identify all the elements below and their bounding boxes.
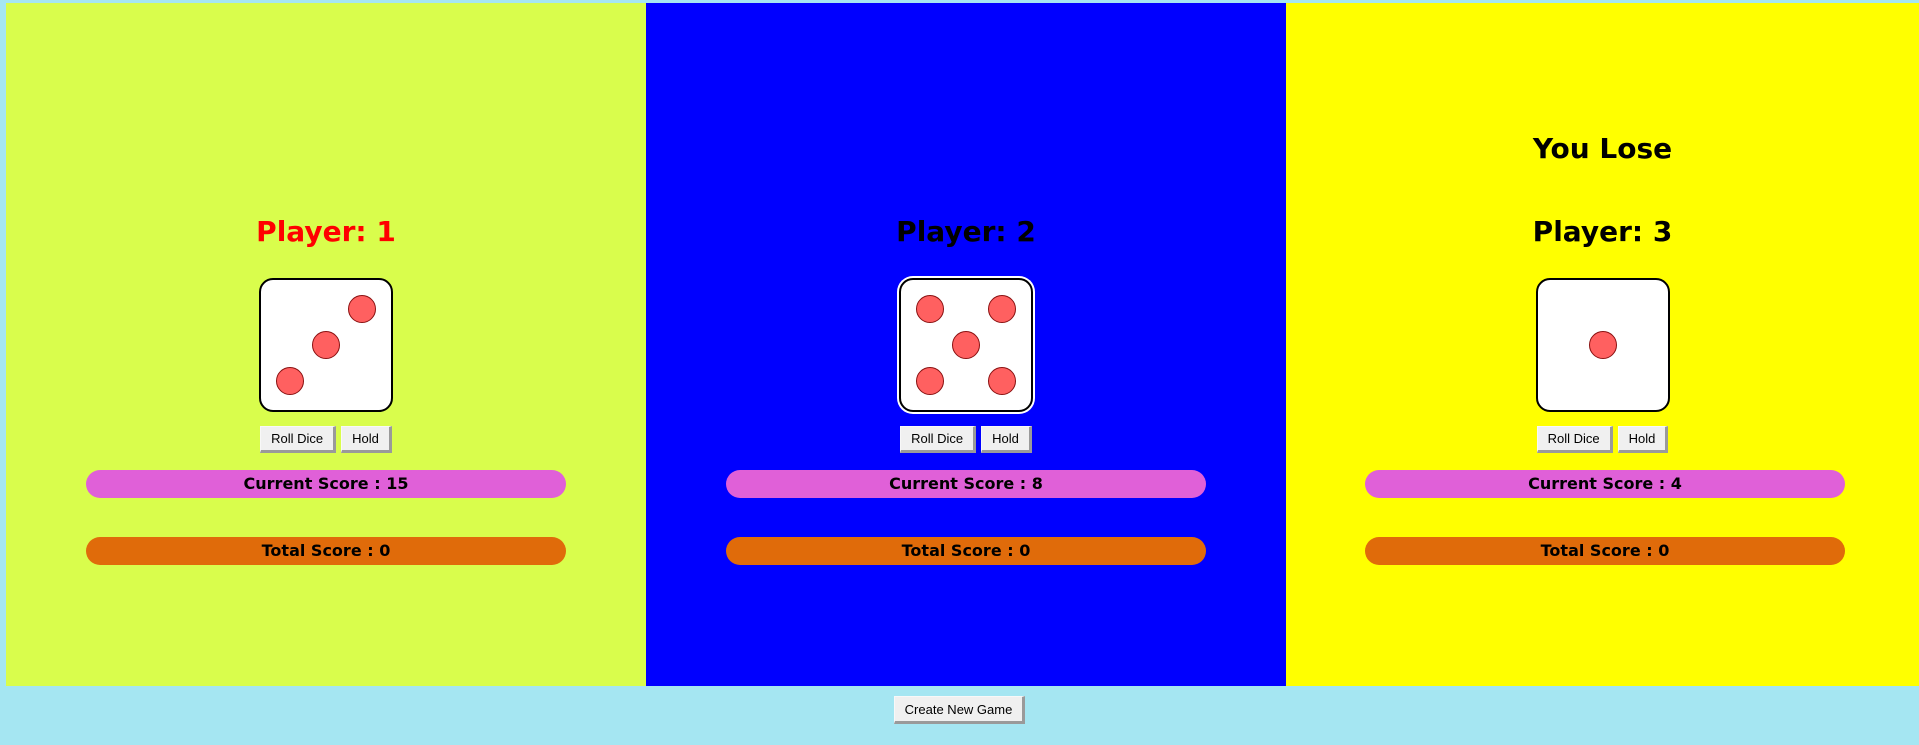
player-1-name: Player: 1	[256, 215, 396, 248]
player-1-hold-button[interactable]: Hold	[341, 426, 392, 453]
die-pip	[915, 294, 944, 323]
die-pip	[915, 367, 944, 396]
player-3-total-score: Total Score : 0	[1365, 537, 1845, 565]
player-3-die	[1535, 278, 1670, 412]
player-3-hold-button[interactable]: Hold	[1617, 426, 1669, 453]
player-1-panel: Player: 1 Roll Dice Hold Current Score :…	[6, 3, 646, 686]
player-3-status: You Lose	[1532, 132, 1673, 165]
player-1-die	[259, 278, 393, 412]
player-1-controls: Roll Dice Hold	[6, 426, 646, 453]
die-pip	[1588, 331, 1617, 359]
player-2-panel: Player: 2 Roll Dice Hold Current Score :…	[646, 3, 1286, 686]
player-1-roll-dice-button[interactable]: Roll Dice	[260, 426, 337, 453]
player-3-panel: You Lose Player: 3 Roll Dice Hold Curren…	[1286, 3, 1919, 686]
player-1-current-score: Current Score : 15	[86, 470, 566, 498]
player-3-roll-dice-button[interactable]: Roll Dice	[1536, 426, 1613, 453]
create-new-game-button[interactable]: Create New Game	[893, 696, 1026, 724]
player-2-status	[646, 129, 1286, 169]
die-pip	[312, 331, 340, 359]
game-board: Player: 1 Roll Dice Hold Current Score :…	[6, 3, 1919, 686]
die-pip	[988, 294, 1017, 323]
player-3-controls: Roll Dice Hold	[1286, 426, 1919, 453]
player-1-status	[6, 129, 646, 169]
footer: Create New Game	[0, 696, 1919, 724]
player-2-name: Player: 2	[896, 215, 1036, 248]
player-3-name: Player: 3	[1532, 215, 1673, 248]
player-1-total-score: Total Score : 0	[86, 537, 566, 565]
player-3-current-score: Current Score : 4	[1365, 470, 1845, 498]
die-pip	[952, 331, 980, 359]
die-pip	[275, 367, 304, 396]
player-2-total-score: Total Score : 0	[726, 537, 1206, 565]
player-2-roll-dice-button[interactable]: Roll Dice	[900, 426, 977, 453]
player-2-hold-button[interactable]: Hold	[981, 426, 1032, 453]
player-2-die	[899, 278, 1033, 412]
player-2-current-score: Current Score : 8	[726, 470, 1206, 498]
die-pip	[348, 294, 377, 323]
player-2-controls: Roll Dice Hold	[646, 426, 1286, 453]
die-pip	[988, 367, 1017, 396]
